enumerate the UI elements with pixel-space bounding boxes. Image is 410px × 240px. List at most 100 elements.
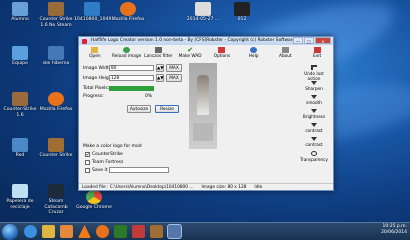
user-folder-icon xyxy=(12,2,28,16)
firefox-icon[interactable] xyxy=(96,225,109,238)
cs-icon[interactable] xyxy=(150,225,163,238)
lanczos-filter-button[interactable]: Lanczos filter xyxy=(143,46,175,61)
contrast-tool-1[interactable]: contrast xyxy=(297,123,331,133)
system-tray[interactable]: 10:25 p.m. 20/06/2014 xyxy=(381,224,407,236)
image-width-input[interactable]: 80 xyxy=(109,65,154,71)
desktop-icon-equipo[interactable]: Equipo xyxy=(2,46,38,67)
arrow-down-icon xyxy=(311,81,317,85)
computer-icon xyxy=(12,46,28,60)
desktop-icon-chrome[interactable]: Google Chrome xyxy=(76,190,112,211)
recycle-bin-icon xyxy=(12,184,28,198)
desktop-icon-firefox-2[interactable]: Mozilla Firefox xyxy=(38,92,74,113)
minimize-button[interactable]: — xyxy=(293,37,303,44)
filter-icon xyxy=(154,47,162,53)
arrow-down-icon xyxy=(311,109,317,113)
smooth-tool[interactable]: smooth xyxy=(297,95,331,105)
game-icon xyxy=(48,138,64,152)
app-title-icon xyxy=(82,38,87,44)
vlc-icon[interactable] xyxy=(78,225,91,238)
help-icon xyxy=(250,47,258,53)
reload-image-button[interactable]: Reload image xyxy=(111,46,143,61)
game-icon xyxy=(12,92,28,106)
help-button[interactable]: Help xyxy=(238,46,270,61)
exit-icon xyxy=(313,47,321,53)
sharpen-tool[interactable]: Sharpen xyxy=(297,81,331,91)
ie-icon[interactable] xyxy=(24,225,37,238)
status-bar: Loaded file : C:\Users\Alumno\Desktop\10… xyxy=(79,183,333,190)
save-to-checkbox[interactable] xyxy=(85,168,90,173)
image-preview xyxy=(189,63,217,149)
chrome-icon xyxy=(86,190,102,204)
app-icon[interactable] xyxy=(114,225,127,238)
options-icon xyxy=(218,47,226,53)
desktop-icon-ske[interactable]: ske hiberna xyxy=(38,46,74,67)
total-pixels-label: Total Pixels: xyxy=(83,86,110,91)
exit-button[interactable]: Exit xyxy=(301,46,333,61)
transparency-tool[interactable]: Transparency xyxy=(297,151,331,162)
desktop-icon-counter-strike[interactable]: Counter Strike 1.6 No Steam xyxy=(38,2,74,28)
contrast-tool-2[interactable]: contrast xyxy=(297,137,331,147)
media-icon[interactable] xyxy=(60,225,73,238)
desktop-icon-012[interactable]: 012 xyxy=(224,2,260,23)
team-fortress-radio[interactable] xyxy=(85,160,90,165)
logo-creator-icon[interactable] xyxy=(168,225,181,238)
game-icon xyxy=(48,2,64,16)
height-stepper[interactable]: ▲▼ xyxy=(156,74,164,82)
status-loaded-file: Loaded file : C:\Users\Alumno\Desktop\10… xyxy=(82,185,194,190)
autosize-button[interactable]: Autosize xyxy=(127,105,151,113)
options-button[interactable]: Options xyxy=(206,46,238,61)
start-button[interactable] xyxy=(2,224,18,240)
clock-date: 20/06/2014 xyxy=(381,230,407,235)
folder-icon[interactable] xyxy=(42,225,55,238)
network-icon xyxy=(12,138,28,152)
maximize-button[interactable]: □ xyxy=(304,37,314,44)
width-max-button[interactable]: MAX xyxy=(166,64,182,72)
desktop-icon-screenshot[interactable]: 2014-05-27 ... xyxy=(185,2,221,23)
desktop-icon-steam[interactable]: Steam Catacomb Cruzar xyxy=(38,184,74,216)
file-icon xyxy=(234,2,250,16)
undo-icon xyxy=(311,65,317,70)
image-file-icon xyxy=(84,2,100,16)
desktop-icon-alumno[interactable]: Alumno xyxy=(2,2,38,23)
about-icon xyxy=(281,47,289,53)
status-state: Idle xyxy=(254,185,263,190)
reload-icon xyxy=(123,47,131,53)
status-image-size: Image size: 80 x 128 xyxy=(201,185,247,190)
resize-button[interactable]: Resize xyxy=(155,105,179,113)
toolbar: Open Reload image Lanczos filter ✔ Make … xyxy=(79,46,333,61)
brightness-tool[interactable]: Brightness xyxy=(297,109,331,119)
close-button[interactable]: ✕ xyxy=(315,37,331,44)
folder-icon xyxy=(91,47,99,53)
preview-floor xyxy=(193,123,213,141)
desktop-icon-papelera[interactable]: Papelera de reciclaje xyxy=(2,184,38,210)
desktop-icon-firefox[interactable]: Mozilla Firefox xyxy=(110,2,146,23)
image-height-input[interactable]: 128 xyxy=(109,75,154,81)
window-title: Halflife Logo Creator version 1.0 non-be… xyxy=(91,38,296,43)
preview-figure xyxy=(197,75,209,115)
desktop-icon-red[interactable]: Red xyxy=(2,138,38,159)
about-button[interactable]: About xyxy=(270,46,302,61)
progress-value: 0% xyxy=(145,94,153,99)
tools-panel: Undo last action Sharpen smooth Brightne… xyxy=(297,63,331,181)
desktop: Alumno Counter Strike 1.6 No Steam 10410… xyxy=(0,0,410,240)
logo-creator-window[interactable]: Halflife Logo Creator version 1.0 non-be… xyxy=(78,36,334,191)
desktop-icon-counter-strike-16[interactable]: Counter-Strike 1.6 xyxy=(2,92,38,118)
open-button[interactable]: Open xyxy=(79,46,111,61)
make-logo-label: Make a color logo for mod xyxy=(83,144,142,149)
save-path-input[interactable] xyxy=(109,167,169,173)
check-icon: ✔ xyxy=(187,46,194,54)
height-max-button[interactable]: MAX xyxy=(166,74,182,82)
desktop-icon-image-file[interactable]: 10410800_1049... xyxy=(74,2,116,23)
arrow-down-icon xyxy=(311,137,317,141)
counterstrike-radio[interactable]: ✔ xyxy=(85,152,90,157)
image-file-icon xyxy=(195,2,211,16)
app2-icon[interactable] xyxy=(132,225,145,238)
make-wad-button[interactable]: ✔ Make WAD xyxy=(174,46,206,61)
undo-tool[interactable]: Undo last action xyxy=(297,65,331,81)
taskbar: 10:25 p.m. 20/06/2014 xyxy=(0,222,410,240)
app-icon xyxy=(48,46,64,60)
width-stepper[interactable]: ▲▼ xyxy=(156,64,164,72)
window-titlebar[interactable]: Halflife Logo Creator version 1.0 non-be… xyxy=(79,37,333,45)
total-pixels-bar xyxy=(109,86,154,91)
desktop-icon-counter-strike-2[interactable]: Counter Strike xyxy=(38,138,74,159)
